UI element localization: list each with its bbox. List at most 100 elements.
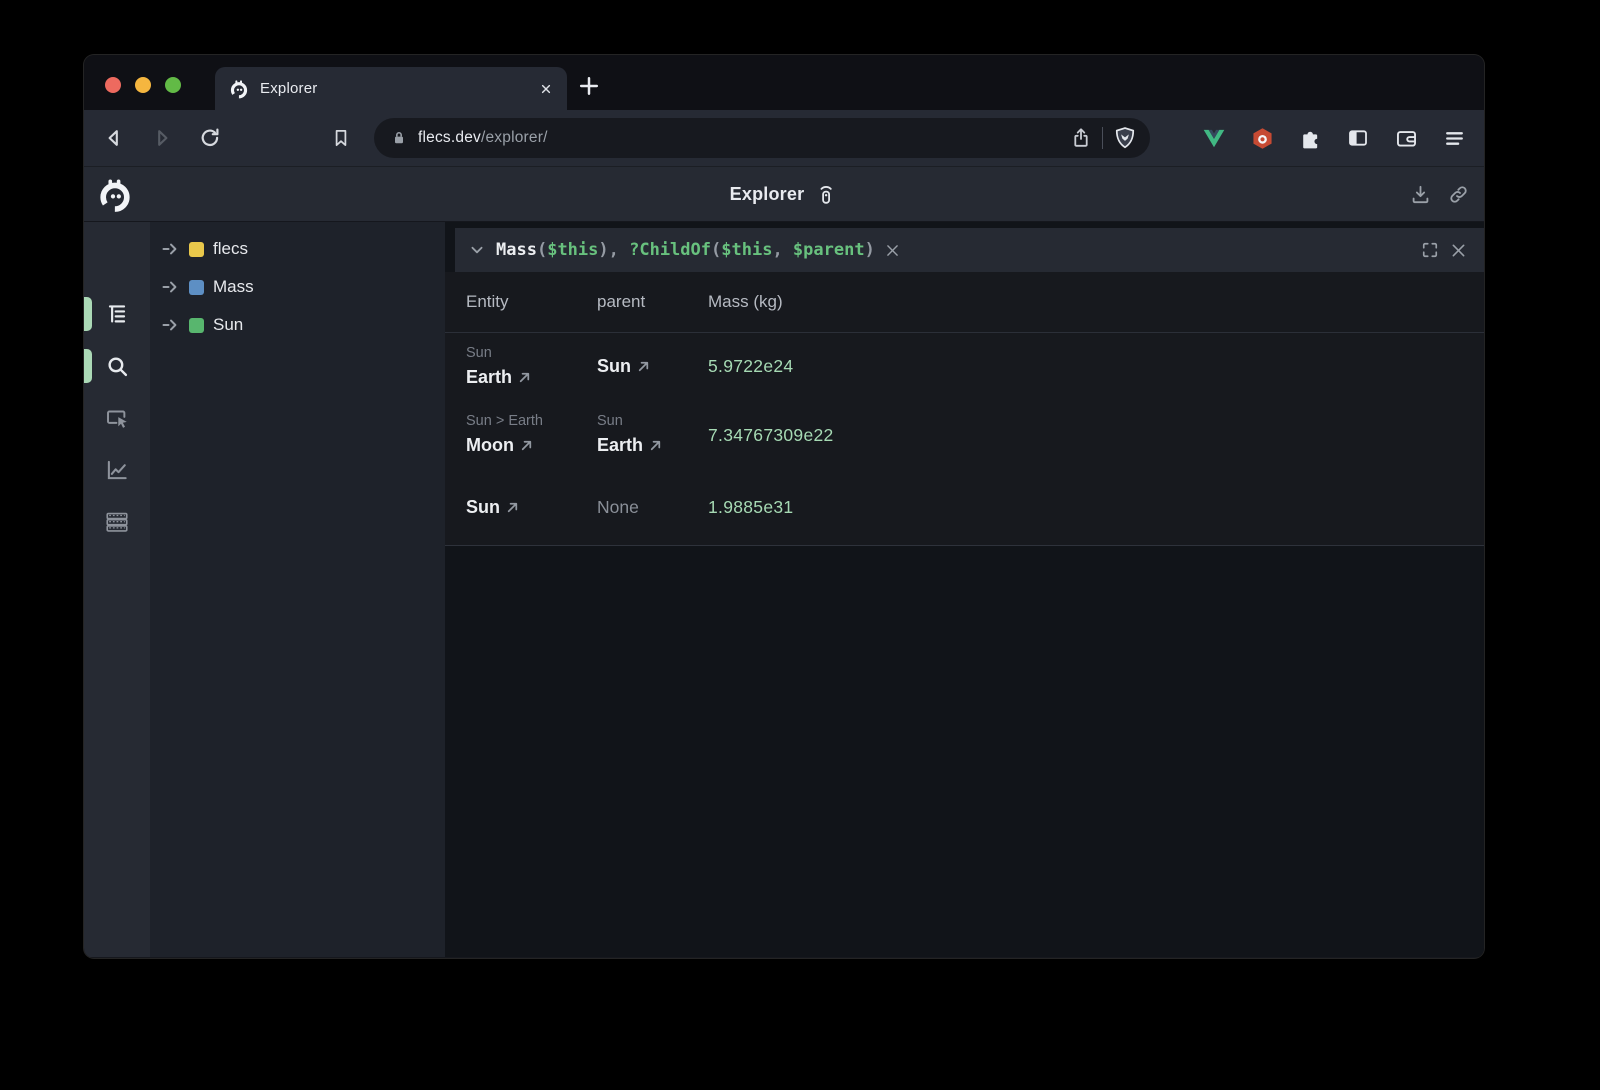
page-title: Explorer <box>730 184 805 205</box>
table-header-row: Entity parent Mass (kg) <box>445 272 1484 333</box>
tree-item-label: Mass <box>213 277 254 297</box>
entity-cell: Sun <box>466 470 597 545</box>
close-query-icon[interactable] <box>1449 241 1468 260</box>
vue-devtools-icon[interactable] <box>1200 122 1228 154</box>
column-header-parent: parent <box>597 292 708 312</box>
fullscreen-icon[interactable] <box>1420 240 1440 260</box>
parent-link[interactable]: Earth <box>597 432 643 459</box>
tree-item[interactable]: flecs <box>150 230 445 268</box>
new-tab-button[interactable] <box>576 73 602 99</box>
back-button[interactable] <box>98 122 130 154</box>
expand-arrow-icon[interactable] <box>160 239 180 259</box>
results-body: Sun Earth Sun 5.9722e24 Sun > Earth <box>445 333 1484 545</box>
sidebar-item-memory[interactable] <box>99 504 135 540</box>
query-token: $this <box>721 240 772 260</box>
external-link-icon <box>637 360 650 373</box>
tree-item[interactable]: Sun <box>150 306 445 344</box>
table-row: Sun Earth Sun 5.9722e24 <box>445 333 1484 400</box>
forward-button[interactable] <box>146 122 178 154</box>
tree-item[interactable]: Mass <box>150 268 445 306</box>
clear-query-icon[interactable] <box>884 242 901 259</box>
query-token: $parent <box>793 240 865 260</box>
sidebar-toggle-icon[interactable] <box>1344 122 1372 154</box>
zoom-window-button[interactable] <box>165 77 181 93</box>
sidebar-item-inspect[interactable] <box>99 400 135 436</box>
entity-link[interactable]: Sun <box>466 494 500 521</box>
sidebar-item-stats[interactable] <box>99 452 135 488</box>
flecs-logo-icon[interactable] <box>97 177 133 213</box>
entity-color-swatch <box>189 280 204 295</box>
icon-sidebar <box>84 222 150 957</box>
entity-link[interactable]: Earth <box>466 364 512 391</box>
external-link-icon <box>506 501 519 514</box>
reload-button[interactable] <box>194 122 226 154</box>
table-row: Sun > Earth Moon Sun Earth 7.34767309e22 <box>445 400 1484 470</box>
browser-window: Explorer <box>84 55 1484 958</box>
entity-parent-path: Sun > Earth <box>466 411 597 432</box>
mass-cell: 5.9722e24 <box>708 333 1484 400</box>
query-header: Mass($this), ?ChildOf($this, $parent) <box>455 228 1484 272</box>
inspect-icon <box>104 405 130 431</box>
query-token: ( <box>711 240 721 260</box>
query-panel-empty-area <box>445 546 1484 957</box>
column-header-mass: Mass (kg) <box>708 292 1484 312</box>
mass-value: 7.34767309e22 <box>708 425 1484 446</box>
active-indicator <box>84 297 92 331</box>
external-link-icon <box>520 439 533 452</box>
sidebar-item-tree[interactable] <box>99 296 135 332</box>
expand-arrow-icon[interactable] <box>160 315 180 335</box>
query-token: ), <box>598 240 629 260</box>
memory-icon <box>104 509 130 535</box>
urlbar-divider <box>1102 127 1103 149</box>
url-path: /explorer/ <box>481 129 548 146</box>
tab-close-icon[interactable] <box>537 80 555 98</box>
parent-link: None <box>597 494 639 521</box>
share-icon[interactable] <box>1069 126 1093 150</box>
table-row: Sun None 1.9885e31 <box>445 470 1484 545</box>
query-panel: Mass($this), ?ChildOf($this, $parent) En… <box>445 222 1484 957</box>
bookmark-icon[interactable] <box>325 122 357 154</box>
external-link-icon <box>518 371 531 384</box>
mass-cell: 1.9885e31 <box>708 470 1484 545</box>
query-token: , <box>772 240 792 260</box>
browser-toolbar: flecs.dev/explorer/ <box>84 110 1484 166</box>
collapse-chevron-icon[interactable] <box>467 240 487 260</box>
brave-shield-icon[interactable] <box>1112 125 1138 151</box>
expand-arrow-icon[interactable] <box>160 277 180 297</box>
tab-bar: Explorer <box>84 55 1484 110</box>
tree-outline-icon <box>104 301 130 327</box>
minimize-window-button[interactable] <box>135 77 151 93</box>
lock-icon <box>389 128 409 148</box>
url-host: flecs.dev <box>418 129 481 146</box>
parent-link[interactable]: Sun <box>597 353 631 380</box>
entity-parent-path: Sun <box>466 343 597 364</box>
close-window-button[interactable] <box>105 77 121 93</box>
link-icon[interactable] <box>1447 183 1470 206</box>
active-indicator <box>84 349 92 383</box>
tree-item-label: Sun <box>213 315 243 335</box>
mass-value: 5.9722e24 <box>708 356 1484 377</box>
parent-cell: Sun <box>597 333 708 400</box>
flecs-favicon-icon <box>229 79 249 99</box>
query-expression[interactable]: Mass($this), ?ChildOf($this, $parent) <box>496 240 875 260</box>
hexagon-extension-icon[interactable] <box>1248 122 1276 154</box>
search-icon <box>104 353 130 379</box>
url-bar[interactable]: flecs.dev/explorer/ <box>374 118 1150 158</box>
results-table: Entity parent Mass (kg) Sun Earth Sun <box>445 272 1484 546</box>
app-header: Explorer <box>84 166 1484 222</box>
parent-parent-path: Sun <box>597 411 708 432</box>
external-link-icon <box>649 439 662 452</box>
main-content: flecs Mass Sun Mass($this <box>84 222 1484 957</box>
extensions-puzzle-icon[interactable] <box>1296 122 1324 154</box>
query-token: ( <box>537 240 547 260</box>
url-text: flecs.dev/explorer/ <box>418 129 1060 147</box>
entity-cell: Sun > Earth Moon <box>466 400 597 470</box>
entity-link[interactable]: Moon <box>466 432 514 459</box>
wallet-icon[interactable] <box>1392 122 1420 154</box>
menu-hamburger-icon[interactable] <box>1440 122 1468 154</box>
sidebar-item-search[interactable] <box>99 348 135 384</box>
download-icon[interactable] <box>1409 183 1432 206</box>
remote-connection-icon[interactable] <box>814 182 838 206</box>
chart-icon <box>104 457 130 483</box>
browser-tab[interactable]: Explorer <box>215 67 567 110</box>
